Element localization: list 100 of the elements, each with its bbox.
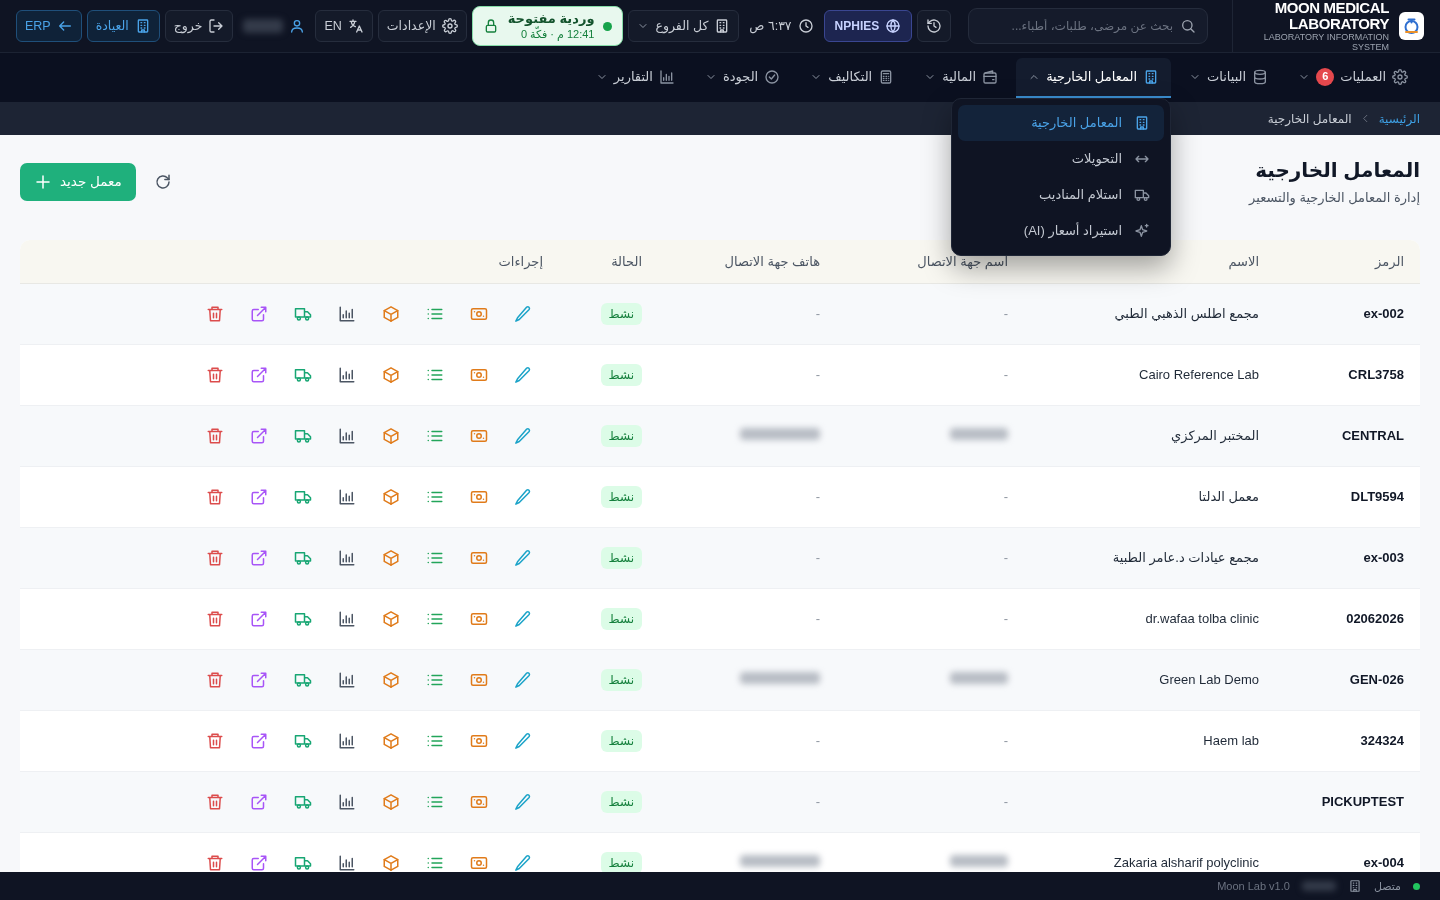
trash-icon[interactable] [206,670,224,689]
breadcrumb-link[interactable]: الرئيسية [1378,109,1420,128]
bar-chart-icon[interactable] [338,487,356,506]
column-header: الاسم [1228,253,1259,269]
bar-chart-icon[interactable] [338,731,356,750]
pencil-icon[interactable] [514,487,532,506]
menu-item[interactable]: المعامل الخارجية [958,104,1164,141]
bar-chart-icon[interactable] [338,792,356,811]
pencil-icon[interactable] [514,548,532,567]
trash-icon[interactable] [206,304,224,323]
menu-item[interactable]: التحويلات [958,140,1164,177]
bar-chart-icon[interactable] [338,365,356,384]
menu-item[interactable]: استلام المناديب [958,176,1164,213]
refresh-icon[interactable] [153,173,172,191]
branch-select[interactable]: كل الفروع [628,10,740,42]
external-link-icon[interactable] [250,365,268,384]
box-icon[interactable] [382,853,400,872]
contact-phone: - [815,610,820,626]
box-icon[interactable] [382,487,400,506]
lab-name: dr.wafaa tolba clinic [1145,610,1259,626]
bar-chart-icon[interactable] [338,304,356,323]
box-icon[interactable] [382,365,400,384]
nav-tab[interactable]: البيانات [1177,57,1281,98]
check-circle-icon [764,68,781,85]
trash-icon[interactable] [206,853,224,872]
bar-chart-icon[interactable] [338,853,356,872]
box-icon[interactable] [382,304,400,323]
nav-tab[interactable]: الجودة [692,57,793,98]
external-link-icon[interactable] [250,792,268,811]
trash-icon[interactable] [206,731,224,750]
trash-icon[interactable] [206,609,224,628]
lab-name: Green Lab Demo [1159,671,1259,687]
external-link-icon[interactable] [250,609,268,628]
pencil-icon[interactable] [514,426,532,445]
trash-icon[interactable] [206,426,224,445]
lab-code: ex-003 [1363,549,1404,565]
contact-phone: - [815,549,820,565]
external-link-icon[interactable] [250,548,268,567]
nav-tab[interactable]: التكاليف [798,57,907,98]
status-badge: نشط [600,790,642,813]
sparkle-icon [1134,222,1150,239]
box-icon[interactable] [382,609,400,628]
column-header: اسم جهة الاتصال [917,253,1008,269]
pencil-icon[interactable] [514,792,532,811]
status-badge: نشط [600,546,642,569]
bar-chart-icon[interactable] [338,609,356,628]
trash-icon[interactable] [206,487,224,506]
language-button[interactable]: EN [315,10,373,42]
bar-chart-icon [658,68,675,85]
pencil-icon[interactable] [514,853,532,872]
external-link-icon[interactable] [250,304,268,323]
external-link-icon[interactable] [250,670,268,689]
box-icon[interactable] [382,792,400,811]
box-icon[interactable] [382,731,400,750]
pencil-icon[interactable] [514,731,532,750]
building-icon [1134,114,1150,131]
bar-chart-icon[interactable] [338,426,356,445]
lab-name: Cairo Reference Lab [1139,366,1259,382]
contact-name: - [1003,793,1008,809]
bar-chart-icon[interactable] [338,548,356,567]
erp-button[interactable]: ERP [16,10,82,42]
logout-button[interactable]: خروج [164,10,234,42]
external-link-icon[interactable] [250,426,268,445]
box-icon[interactable] [382,548,400,567]
nav-tab[interactable]: التقارير [583,57,687,98]
trash-icon[interactable] [206,792,224,811]
logo-icon [1399,12,1424,40]
external-link-icon[interactable] [250,487,268,506]
pencil-icon[interactable] [514,609,532,628]
connection-status: متصل [1373,878,1401,894]
contact-name: - [1003,305,1008,321]
contact-name: - [1003,549,1008,565]
status-badge: نشط [600,302,642,325]
contact-phone: - [815,793,820,809]
lab-code: 324324 [1360,732,1404,748]
clinic-button[interactable]: العيادة [86,10,160,42]
lab-code: ex-002 [1363,305,1404,321]
nav-tab[interactable]: المالية [912,57,1011,98]
pencil-icon[interactable] [514,670,532,689]
pencil-icon[interactable] [514,365,532,384]
plus-icon [34,173,52,191]
box-icon[interactable] [382,426,400,445]
trash-icon[interactable] [206,365,224,384]
external-link-icon[interactable] [250,731,268,750]
shift-status-card[interactable]: وردية مفتوحة 12:41 م · فكّة 0 [471,6,624,46]
status-badge: نشط [600,729,642,752]
clock-icon [797,18,814,34]
nphies-button[interactable]: NPHIES [823,10,913,42]
breadcrumb-current: المعامل الخارجية [1267,110,1352,128]
trash-icon[interactable] [206,548,224,567]
box-icon[interactable] [382,670,400,689]
pencil-icon[interactable] [514,304,532,323]
external-link-icon[interactable] [250,853,268,872]
lab-code: CRL3758 [1348,366,1404,382]
nav-tab[interactable]: المعامل الخارجية [1016,57,1171,98]
bar-chart-icon[interactable] [338,670,356,689]
history-button[interactable] [917,10,952,42]
menu-item[interactable]: استيراد أسعار (AI) [958,212,1164,249]
settings-button[interactable]: الإعدادات [377,10,467,42]
lab-name: مجمع اطلس الذهبي الطبي [1114,305,1259,321]
